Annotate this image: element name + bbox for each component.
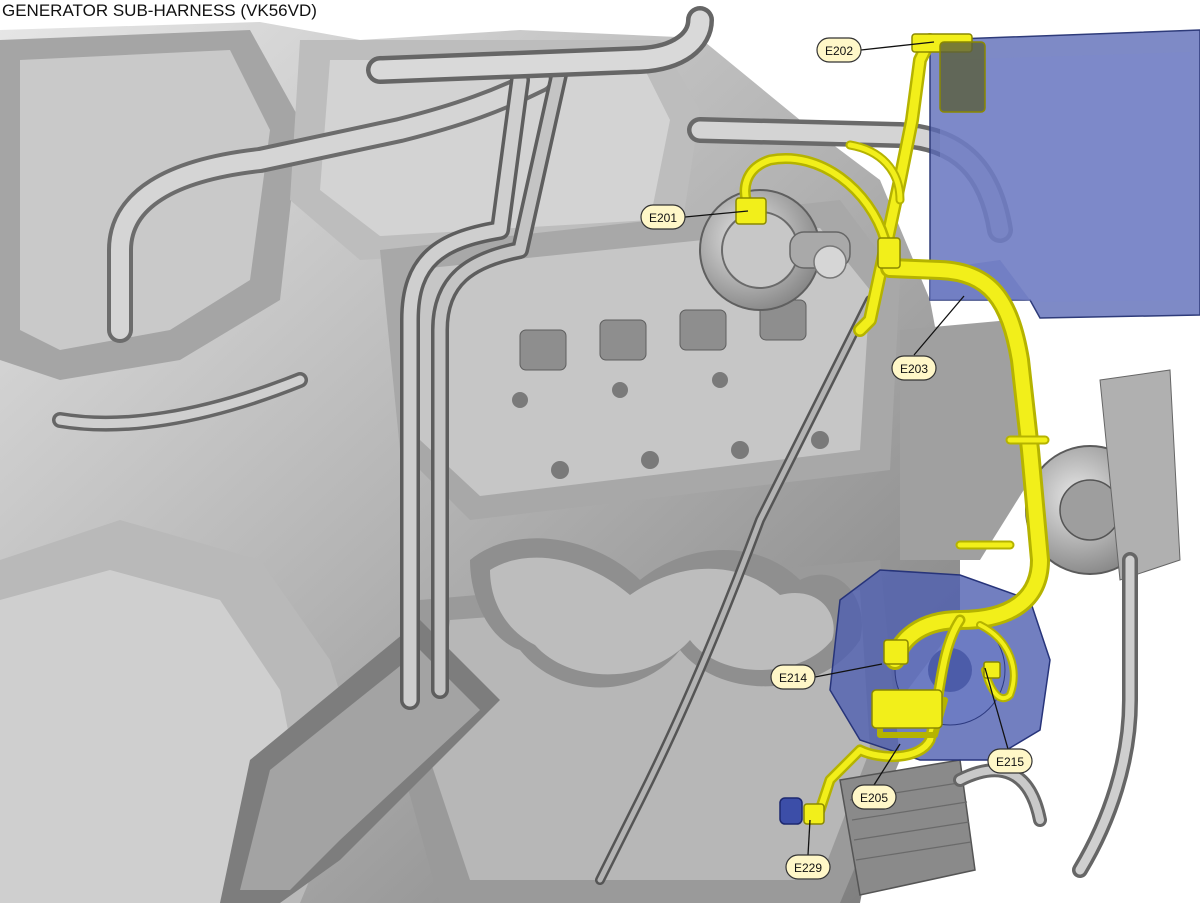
callout-label-e229: E229 <box>794 861 822 875</box>
connector-callout-e202: E202 <box>816 37 862 63</box>
engine-illustration: E202 E201 E203 E214 E215 E205 E229 <box>0 6 1200 903</box>
e229-sensor-body <box>779 797 803 825</box>
connector-callout-e229: E229 <box>785 854 831 880</box>
callout-label-e215: E215 <box>996 755 1024 769</box>
diagram-stage: GENERATOR SUB-HARNESS (VK56VD) E202 E201… <box>0 0 1200 903</box>
connector-callout-e203: E203 <box>891 355 937 381</box>
callout-label-e214: E214 <box>779 671 807 685</box>
connector-callout-e205: E205 <box>851 784 897 810</box>
callout-label-e202: E202 <box>825 44 853 58</box>
connector-callout-e214: E214 <box>770 664 816 690</box>
connector-callout-e201: E201 <box>640 204 686 230</box>
callout-label-e203: E203 <box>900 362 928 376</box>
connector-callout-e215: E215 <box>987 748 1033 774</box>
callout-label-e205: E205 <box>860 791 888 805</box>
callout-label-e201: E201 <box>649 211 677 225</box>
